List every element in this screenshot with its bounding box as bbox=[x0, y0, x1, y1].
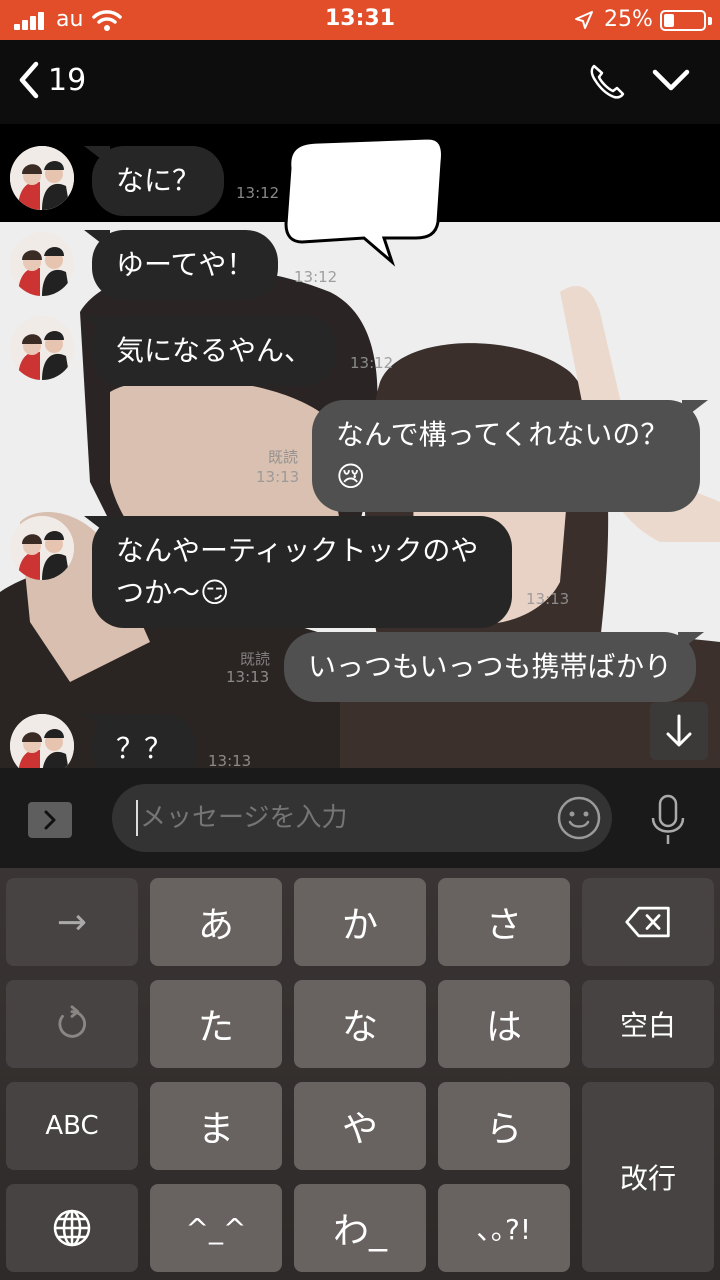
key-wa[interactable]: わ_ bbox=[294, 1184, 426, 1272]
message-bubble[interactable]: なんで構ってくれないの？ 😢 bbox=[312, 400, 700, 512]
text-caret bbox=[136, 800, 138, 836]
avatar[interactable] bbox=[10, 516, 74, 580]
key-globe[interactable] bbox=[6, 1184, 138, 1272]
speech-bubble-sticker bbox=[284, 138, 444, 267]
arrow-down-icon bbox=[666, 714, 692, 747]
expand-button[interactable] bbox=[28, 802, 72, 838]
emoji-smirk: 😏 bbox=[200, 576, 230, 609]
key-undo[interactable] bbox=[6, 980, 138, 1068]
back-button[interactable]: 19 bbox=[14, 58, 86, 102]
key-return[interactable]: 改行 bbox=[582, 1082, 714, 1272]
key-abc[interactable]: ABC bbox=[6, 1082, 138, 1170]
message-bubble[interactable]: いっつもいっつも携帯ばかり bbox=[284, 632, 697, 702]
key-a[interactable]: あ bbox=[150, 878, 282, 966]
microphone-icon[interactable] bbox=[646, 792, 690, 848]
message-bubble[interactable]: ゆーてや！ bbox=[92, 230, 279, 300]
unread-count: 19 bbox=[48, 62, 87, 98]
location-icon bbox=[575, 11, 593, 29]
message-bubble[interactable]: なに？ bbox=[92, 146, 225, 216]
back-chevron-icon bbox=[19, 61, 39, 99]
key-ma[interactable]: ま bbox=[150, 1082, 282, 1170]
emoji-icon[interactable] bbox=[556, 795, 602, 841]
key-space[interactable]: 空白 bbox=[582, 980, 714, 1068]
expand-icon bbox=[44, 810, 56, 830]
phone-icon[interactable] bbox=[586, 60, 628, 102]
chat-header: 19 bbox=[0, 40, 720, 124]
key-ha[interactable]: は bbox=[438, 980, 570, 1068]
battery-level bbox=[664, 14, 674, 27]
key-ya[interactable]: や bbox=[294, 1082, 426, 1170]
message-text: なんやーティックトックのや bbox=[116, 534, 479, 567]
avatar[interactable] bbox=[10, 316, 74, 380]
delete-icon bbox=[625, 906, 670, 938]
key-na[interactable]: な bbox=[294, 980, 426, 1068]
undo-icon bbox=[58, 1005, 86, 1038]
message-time: 13:13 bbox=[526, 590, 570, 608]
scroll-to-bottom-button[interactable] bbox=[650, 702, 708, 760]
key-next[interactable]: → bbox=[6, 878, 138, 966]
message-time: 13:12 bbox=[294, 268, 338, 286]
battery-tip bbox=[708, 17, 712, 25]
avatar[interactable] bbox=[10, 232, 74, 296]
japanese-keyboard: → あ か さ た な は 空白 ABC ま や ら 改行 ^_^ わ_ ､｡?… bbox=[0, 868, 720, 1280]
message-text: つか〜 bbox=[116, 576, 201, 609]
message-time: 13:12 bbox=[236, 184, 280, 202]
read-receipt: 既読 bbox=[268, 448, 299, 466]
message-time: 13:13 bbox=[226, 668, 270, 686]
read-receipt: 既読 bbox=[240, 650, 271, 668]
globe-icon bbox=[53, 1209, 91, 1247]
key-sa[interactable]: さ bbox=[438, 878, 570, 966]
battery-icon bbox=[660, 10, 706, 31]
chevron-down-icon[interactable] bbox=[650, 62, 692, 100]
emoji-crying: 😢 bbox=[336, 460, 366, 493]
key-ka[interactable]: か bbox=[294, 878, 426, 966]
message-text: なんで構ってくれないの？ bbox=[336, 418, 669, 451]
battery-percent: 25% bbox=[604, 7, 653, 32]
avatar[interactable] bbox=[10, 146, 74, 210]
chat-area[interactable]: なに？ 13:12 ゆーてや！ 13:12 気になるやん、 13:12 なんで構… bbox=[0, 124, 720, 768]
message-input[interactable] bbox=[140, 784, 540, 852]
key-delete[interactable] bbox=[582, 878, 714, 966]
key-ra[interactable]: ら bbox=[438, 1082, 570, 1170]
key-kaomoji[interactable]: ^_^ bbox=[150, 1184, 282, 1272]
message-bubble[interactable]: なんやーティックトックのや つか〜😏 bbox=[92, 516, 512, 628]
message-bubble[interactable]: 気になるやん、 bbox=[92, 316, 337, 386]
message-field[interactable] bbox=[112, 784, 612, 852]
message-time: 13:13 bbox=[256, 468, 300, 486]
key-ta[interactable]: た bbox=[150, 980, 282, 1068]
status-bar: au 13:31 25% bbox=[0, 0, 720, 40]
key-punctuation[interactable]: ､｡?! bbox=[438, 1184, 570, 1272]
message-time: 13:13 bbox=[208, 752, 252, 768]
message-input-bar bbox=[0, 768, 720, 868]
message-time: 13:12 bbox=[350, 354, 394, 372]
message-bubble[interactable]: ？？ bbox=[92, 714, 197, 768]
